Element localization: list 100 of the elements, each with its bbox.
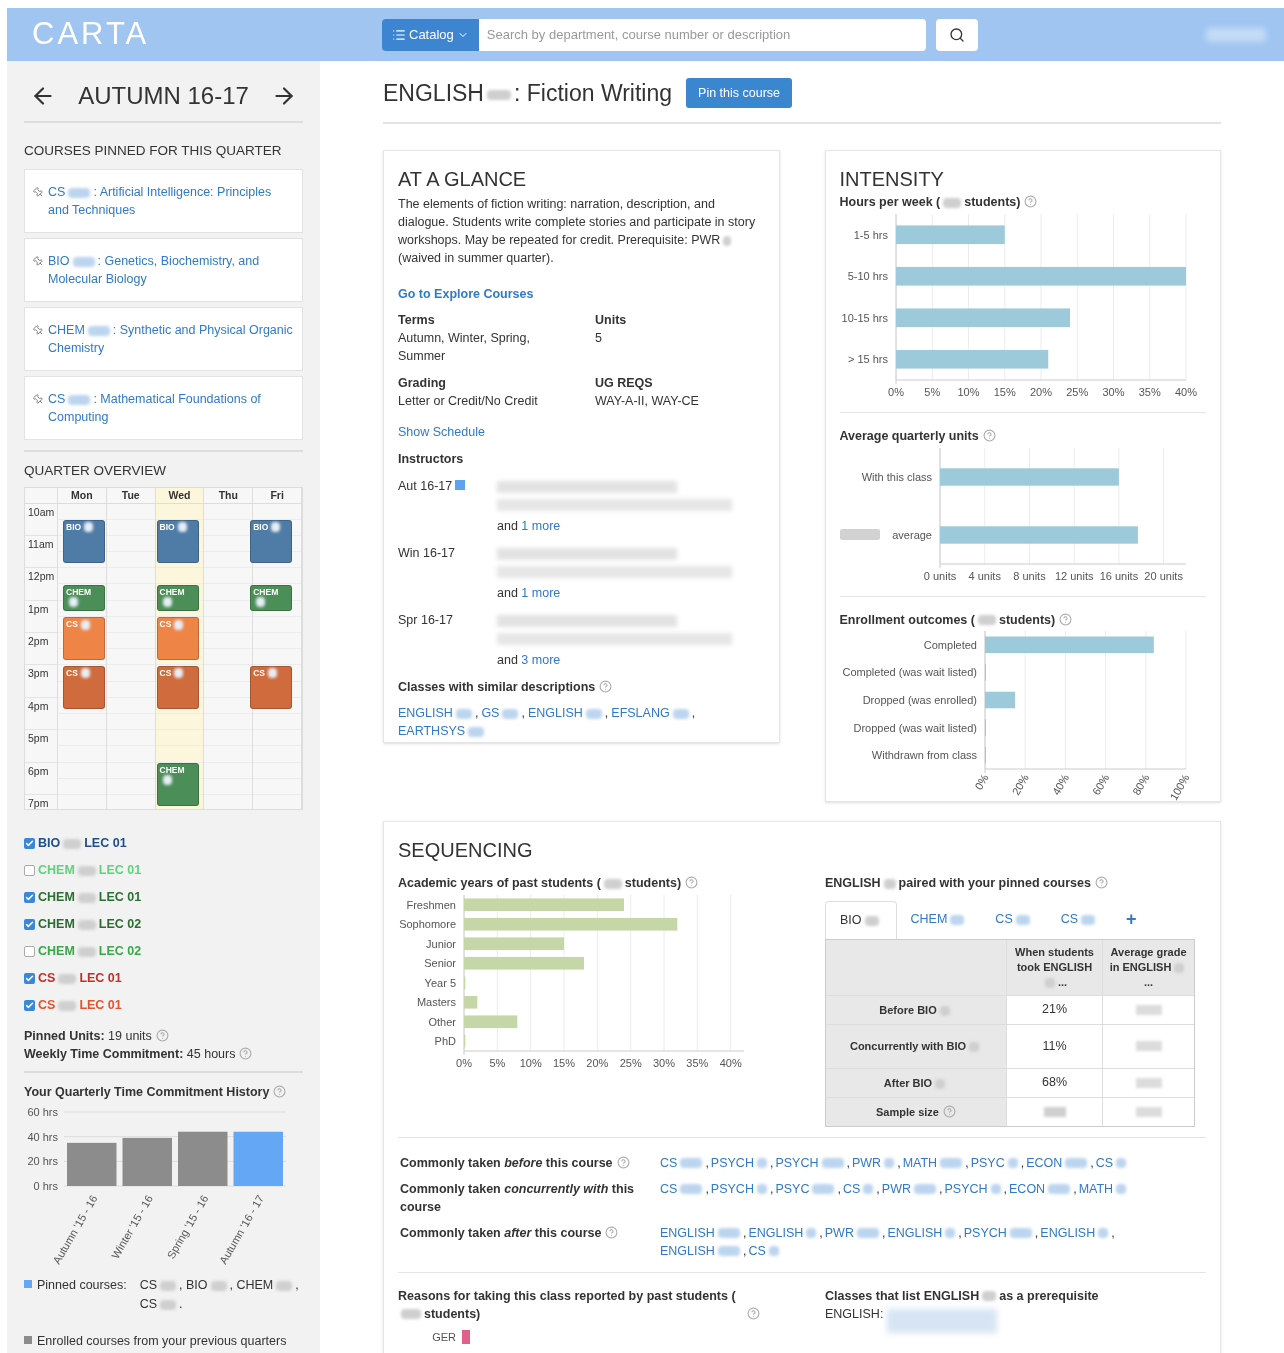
blurred-value	[1043, 1106, 1066, 1117]
course-link[interactable]: BIO : Genetics, Biochemistry, and Molecular Biology	[48, 252, 294, 289]
tick-label: 20 units	[1143, 569, 1183, 582]
search-field[interactable]: Search by department, course number or description	[478, 18, 926, 51]
explore-link[interactable]: Go to Explore Courses	[398, 285, 765, 303]
add-tab-button[interactable]: +	[1112, 900, 1151, 939]
course-link[interactable]: EARTHSYS	[398, 722, 488, 740]
course-link[interactable]: GS ,	[481, 704, 525, 722]
course-link[interactable]: ECON ,	[1009, 1179, 1077, 1216]
more-link[interactable]: 3 more	[521, 653, 561, 667]
course-link[interactable]: PWR ,	[881, 1179, 943, 1216]
section-heading: QUARTER OVERVIEW	[24, 462, 168, 481]
help-icon[interactable]	[599, 680, 613, 693]
help-icon[interactable]	[155, 1029, 169, 1043]
help-icon[interactable]	[982, 428, 996, 442]
help-icon[interactable]	[1094, 876, 1108, 889]
tick-label: 15%	[993, 385, 1016, 398]
course-link[interactable]: CS	[1095, 1153, 1130, 1172]
course-link[interactable]: ECON ,	[1026, 1153, 1094, 1172]
calendar-event[interactable]: CS	[63, 665, 105, 709]
fact-value: WAY-A-II, WAY-CE	[595, 393, 700, 410]
course-tab[interactable]: CHEM	[896, 900, 982, 939]
tick-label: 5%	[489, 1056, 506, 1069]
course-link[interactable]: ENGLISH ,	[660, 1223, 747, 1242]
course-link[interactable]: PSYC ,	[970, 1153, 1025, 1172]
checkbox[interactable]	[24, 838, 35, 850]
more-link[interactable]: 1 more	[521, 586, 561, 600]
tick-label: 60 hrs	[27, 1106, 58, 1119]
course-link[interactable]: ENGLISH ,	[527, 704, 609, 722]
fact-value: Letter or Credit/No Credit	[398, 393, 539, 410]
calendar-event[interactable]: CS	[156, 616, 199, 660]
help-icon[interactable]	[943, 1105, 956, 1119]
course-link[interactable]: CS ,	[660, 1153, 709, 1172]
checkbox[interactable]	[24, 919, 35, 931]
pin-course-button[interactable]: Pin this course	[686, 78, 793, 108]
help-icon[interactable]	[605, 1225, 619, 1239]
course-tab[interactable]: BIO	[825, 900, 897, 939]
course-link[interactable]: PSYCH ,	[775, 1153, 850, 1172]
calendar-event[interactable]: CS	[250, 665, 293, 709]
course-link[interactable]: ENGLISH ,	[398, 704, 479, 722]
course-link[interactable]: EFSLANG ,	[611, 704, 696, 722]
pinned-units: Pinned Units: 19 units	[24, 1029, 152, 1044]
axis-label: Sophomore	[399, 918, 456, 930]
course-tab[interactable]: CS	[981, 900, 1047, 939]
course-link[interactable]: MATH	[1078, 1179, 1130, 1216]
help-icon[interactable]	[747, 1306, 760, 1320]
calendar-event[interactable]: CS	[156, 665, 199, 709]
column-header: When students took ENGLISH ...	[1014, 944, 1095, 990]
course-link[interactable]: PSYC ,	[775, 1179, 841, 1216]
table-cell-text: 68%	[1042, 1074, 1067, 1092]
calendar-event[interactable]: BIO	[250, 519, 293, 563]
tick-label: 8 units	[1012, 569, 1046, 582]
course-link[interactable]: PSYCH ,	[944, 1179, 1008, 1216]
course-link[interactable]: CS ,	[660, 1179, 709, 1216]
checkbox[interactable]	[24, 1000, 35, 1012]
course-link[interactable]: ENGLISH ,	[1040, 1223, 1115, 1242]
more-link[interactable]: 1 more	[521, 519, 561, 533]
calendar-event[interactable]: BIO	[156, 519, 199, 563]
course-link[interactable]: ENGLISH ,	[660, 1241, 747, 1260]
axis-label: > 15 hrs	[847, 353, 888, 365]
checkbox[interactable]	[24, 946, 35, 958]
course-link[interactable]: PWR ,	[852, 1153, 901, 1172]
help-icon[interactable]	[239, 1047, 253, 1061]
course-link[interactable]: PSYCH ,	[963, 1223, 1039, 1242]
course-link[interactable]: CS : Mathematical Foundations of Computing	[48, 390, 294, 427]
course-link[interactable]: MATH ,	[902, 1153, 969, 1172]
card-heading: SEQUENCING	[398, 838, 534, 862]
help-icon[interactable]	[1059, 612, 1073, 626]
calendar-event[interactable]: BIO	[63, 519, 105, 563]
tick-label: 20 hrs	[27, 1155, 58, 1168]
calendar-event[interactable]: CS	[63, 616, 105, 660]
catalog-button[interactable]: Catalog	[382, 18, 479, 51]
course-link[interactable]: PSYCH ,	[710, 1179, 774, 1216]
help-icon[interactable]	[616, 1155, 630, 1169]
tick-label: 16 units	[1099, 569, 1138, 582]
course-link[interactable]: CS	[748, 1241, 782, 1260]
tick-label: 35%	[1138, 385, 1161, 398]
help-icon[interactable]	[273, 1085, 287, 1099]
calendar-event[interactable]: CHEM	[250, 584, 293, 612]
schedule-link[interactable]: Show Schedule	[398, 423, 765, 441]
blurred-username[interactable]	[1206, 27, 1266, 42]
course-link[interactable]: CHEM : Synthetic and Physical Organic Chemistry	[48, 321, 294, 358]
help-icon[interactable]	[1024, 195, 1038, 208]
calendar-event[interactable]: CHEM	[156, 762, 199, 806]
help-icon[interactable]	[685, 876, 699, 889]
course-link[interactable]: PSYCH ,	[710, 1153, 774, 1172]
search-button[interactable]	[935, 18, 978, 51]
calendar-event[interactable]: CHEM	[63, 584, 105, 612]
axis-label: GER	[431, 1329, 456, 1345]
course-link[interactable]: CS ,	[842, 1179, 880, 1216]
tick-label: 40%	[719, 1056, 742, 1069]
course-link[interactable]: ENGLISH ,	[887, 1223, 962, 1242]
course-link[interactable]: PWR ,	[824, 1223, 886, 1242]
course-link[interactable]: CS : Artificial Intelligence: Principles and Techniques	[48, 183, 294, 220]
checkbox[interactable]	[24, 865, 35, 877]
checkbox[interactable]	[24, 973, 35, 985]
course-link[interactable]: ENGLISH ,	[748, 1223, 823, 1242]
legend-label: Enrolled courses from your previous quarters	[37, 1332, 287, 1350]
checkbox[interactable]	[24, 892, 35, 904]
course-tab[interactable]: CS	[1046, 900, 1113, 939]
